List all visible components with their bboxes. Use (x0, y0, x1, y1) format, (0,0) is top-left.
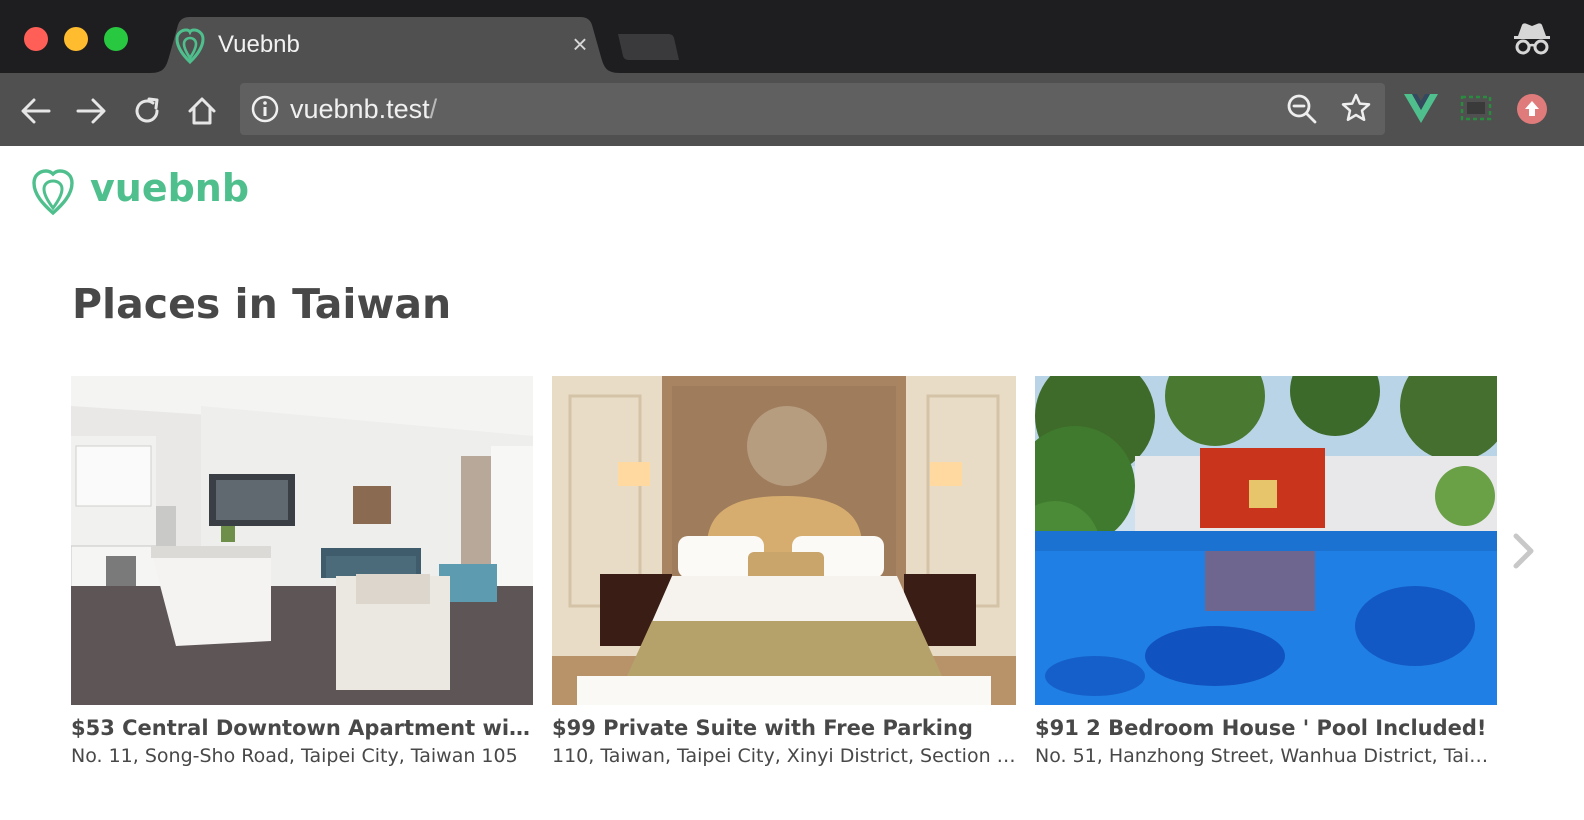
listing-address: 110, Taiwan, Taipei City, Xinyi District… (552, 745, 1016, 767)
home-icon[interactable] (182, 91, 222, 131)
listing-card[interactable]: $91 2 Bedroom House ' Pool Included! No.… (1035, 376, 1497, 768)
listing-title[interactable]: $53 Central Downtown Apartment with Amen… (71, 715, 533, 741)
browser-titlebar: Vuebnb × (0, 0, 1584, 73)
reload-icon[interactable] (127, 91, 167, 131)
vuebnb-favicon-icon (174, 28, 206, 69)
url-path: / (429, 94, 438, 124)
tab-close-icon[interactable]: × (566, 30, 594, 58)
back-arrow-icon[interactable] (16, 91, 56, 131)
listing-address: No. 11, Song-Sho Road, Taipei City, Taiw… (71, 745, 518, 767)
upload-extension-icon[interactable] (1515, 92, 1549, 131)
address-url[interactable]: vuebnb.test/ (290, 94, 437, 125)
new-tab-button[interactable] (616, 32, 680, 67)
vue-devtools-icon[interactable] (1403, 92, 1439, 129)
incognito-icon (1512, 22, 1552, 61)
chevron-right-icon[interactable] (1510, 532, 1538, 570)
page-content: vuebnb Places in Taiwan $53 Central Down… (0, 146, 1584, 820)
listing-address: No. 51, Hanzhong Street, Wanhua District… (1035, 745, 1497, 767)
site-info-icon[interactable] (250, 94, 280, 129)
hotel-bedroom-photo[interactable] (552, 376, 1016, 705)
close-window-button[interactable] (24, 27, 48, 51)
listing-card[interactable]: $99 Private Suite with Free Parking 110,… (552, 376, 1016, 768)
screenshot-extension-icon[interactable] (1458, 92, 1494, 129)
vuebnb-logo-icon[interactable] (30, 168, 76, 221)
maximize-window-button[interactable] (104, 27, 128, 51)
listing-title[interactable]: $99 Private Suite with Free Parking (552, 715, 1016, 741)
site-logo-text[interactable]: vuebnb (90, 166, 249, 210)
minimize-window-button[interactable] (64, 27, 88, 51)
zoom-out-icon[interactable] (1286, 93, 1318, 130)
listing-title[interactable]: $91 2 Bedroom House ' Pool Included! (1035, 715, 1497, 741)
listing-card[interactable]: $53 Central Downtown Apartment with Amen… (71, 376, 533, 768)
tab-title: Vuebnb (218, 31, 300, 58)
swimming-pool-photo[interactable] (1035, 376, 1497, 705)
forward-arrow-icon[interactable] (71, 91, 111, 131)
apartment-living-room-photo[interactable] (71, 376, 533, 705)
page-title: Places in Taiwan (72, 280, 452, 328)
url-host: vuebnb.test (290, 94, 430, 124)
bookmark-star-icon[interactable] (1340, 92, 1372, 129)
